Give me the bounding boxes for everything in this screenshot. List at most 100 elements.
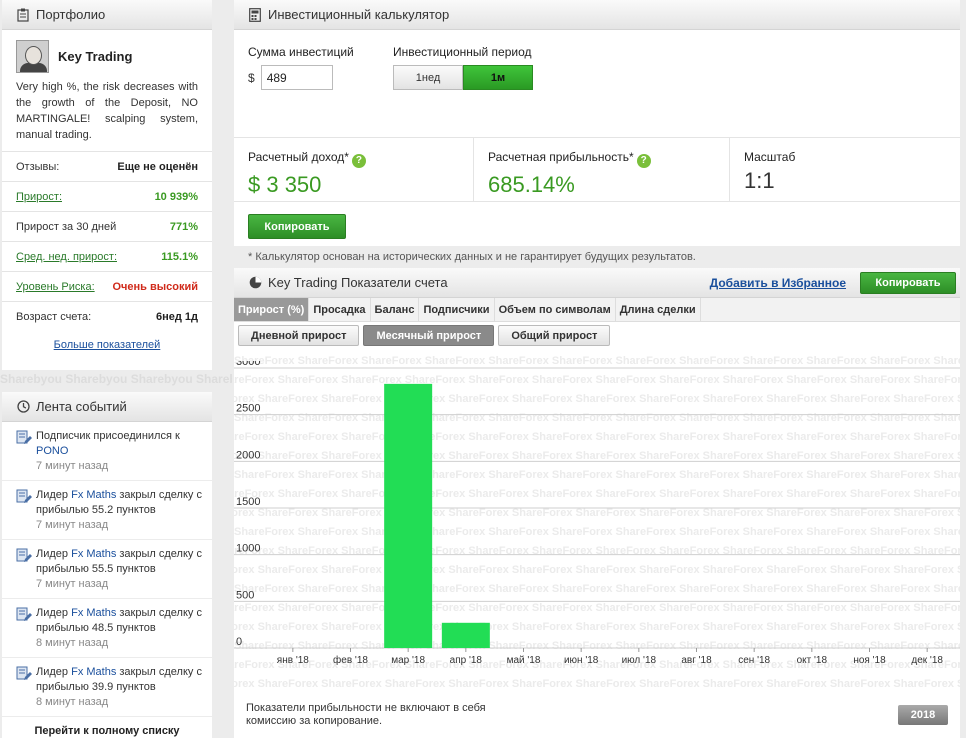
x-tick-label: янв '18	[277, 655, 309, 666]
clock-icon	[16, 400, 30, 414]
document-icon	[16, 548, 32, 565]
x-tick-label: мар '18	[391, 655, 425, 666]
feed-title: Лента событий	[36, 399, 127, 414]
feed-list: Подписчик присоединился к PONO 7 минут н…	[2, 422, 212, 717]
event-link[interactable]: PONO	[36, 445, 68, 457]
stat-value: 6нед 1д	[155, 310, 198, 323]
avatar[interactable]	[16, 40, 49, 73]
investment-sum-input[interactable]	[260, 65, 333, 90]
stat-row-age: Возраст счета: 6нед 1д	[2, 301, 212, 331]
trader-name[interactable]: Key Trading	[58, 49, 132, 64]
scale-label: Масштаб	[744, 150, 796, 164]
full-list-link[interactable]: Перейти к полному списку	[2, 725, 212, 737]
document-icon	[16, 430, 32, 447]
event-link[interactable]: Fx Maths	[71, 607, 116, 619]
growth-subtab[interactable]: Общий прирост	[498, 325, 611, 346]
income-value: $ 3 350	[248, 172, 322, 197]
y-tick-label: 3000	[236, 361, 260, 368]
stats-tab[interactable]: Прирост (%)	[234, 298, 310, 321]
trader-profile: Key Trading	[2, 30, 212, 73]
bar	[441, 622, 490, 648]
scale-result: Масштаб 1:1	[730, 138, 960, 201]
event-time: 7 минут назад	[36, 578, 109, 590]
stat-row-growth: Прирост: 10 939%	[2, 181, 212, 211]
event-time: 8 минут назад	[36, 637, 109, 649]
stats-tab[interactable]: Длина сделки	[616, 298, 701, 321]
x-tick-label: ноя '18	[853, 655, 886, 666]
help-icon[interactable]: ?	[636, 154, 651, 168]
income-label: Расчетный доход*	[248, 150, 349, 164]
feed-event: Лидер Fx Maths закрыл сделку с прибылью …	[2, 481, 212, 540]
stats-tab[interactable]: Подписчики	[419, 298, 495, 321]
calculator-disclaimer: * Калькулятор основан на исторических да…	[248, 251, 696, 263]
feed-event: Лидер Fx Maths закрыл сделку с прибылью …	[2, 658, 212, 717]
stats-tabs: Прирост (%) Просадка Баланс Подписчики Объем…	[234, 298, 960, 322]
x-tick-label: авг '18	[681, 655, 712, 666]
investment-period-label: Инвестиционный период	[393, 45, 532, 59]
monthly-growth-chart: 0 500 1000 1500 2000 2500 3000 янв '18 фев '18 ма…	[234, 361, 960, 666]
stat-label-link[interactable]: Сред. нед. прирост:	[16, 251, 117, 263]
event-text: Лидер	[36, 666, 69, 678]
profit-result: Расчетная прибыльность*? 685.14%	[474, 138, 730, 201]
stat-value: Очень высокий	[112, 280, 198, 293]
event-time: 8 минут назад	[36, 696, 109, 708]
stat-row-risk: Уровень Риска: Очень высокий	[2, 271, 212, 301]
pie-chart-icon	[248, 276, 262, 290]
stats-header: Key Trading Показатели счета Добавить в …	[234, 268, 960, 298]
stat-row-reviews: Отзывы: Еще не оценён	[2, 151, 212, 181]
growth-subtabs: Дневной прирост Месячный прирост Общий при…	[234, 322, 960, 349]
growth-subtab[interactable]: Дневной прирост	[238, 325, 360, 346]
calculator-results: Расчетный доход*? $ 3 350 Расчетная приб…	[234, 138, 960, 202]
stats-tab[interactable]: Просадка	[309, 298, 371, 321]
stats-tab[interactable]: Объем по символам	[495, 298, 616, 321]
calculator-title: Инвестиционный калькулятор	[268, 7, 450, 22]
growth-subtab[interactable]: Месячный прирост	[363, 325, 495, 346]
stat-label-link[interactable]: Прирост:	[16, 191, 62, 203]
stats-tab[interactable]: Баланс	[371, 298, 420, 321]
document-icon	[16, 607, 32, 624]
investment-sum-label: Сумма инвестиций	[248, 45, 354, 59]
stat-value: 115.1%	[161, 250, 198, 263]
period-1week-button[interactable]: 1нед	[393, 65, 463, 90]
event-feed-panel: Лента событий Подписчик присоединился к …	[2, 392, 212, 738]
x-tick-label: сен '18	[738, 655, 770, 666]
stats-title: Key Trading Показатели счета	[268, 275, 448, 290]
more-stats-link[interactable]: Больше показателей	[2, 339, 212, 351]
trader-description: Very high %, the risk decreases with the…	[16, 81, 198, 141]
y-tick-label: 2000	[236, 449, 260, 461]
event-text: Лидер	[36, 548, 69, 560]
help-icon[interactable]: ?	[351, 154, 366, 168]
portfolio-panel: Портфолио Key Trading Very high %, the r…	[2, 0, 212, 370]
calculator-icon	[248, 7, 262, 22]
period-1month-button[interactable]: 1м	[463, 65, 533, 90]
currency-symbol: $	[248, 70, 255, 85]
account-stats-panel: Key Trading Показатели счета Добавить в …	[234, 268, 960, 738]
x-tick-label: май '18	[507, 655, 541, 666]
portfolio-title: Портфолио	[36, 7, 106, 22]
background-watermark: Sharebyou Sharebyou Sharebyou Sharebyou	[0, 372, 232, 386]
y-tick-label: 0	[236, 636, 242, 648]
stat-label-link[interactable]: Уровень Риска:	[16, 281, 95, 293]
add-to-favorites-link[interactable]: Добавить в Избранное	[710, 276, 846, 290]
scale-value: 1:1	[744, 168, 775, 193]
stat-label: Возраст счета:	[16, 310, 92, 323]
investment-sum-block: Сумма инвестиций $	[248, 45, 393, 137]
stats-copy-button[interactable]: Копировать	[860, 271, 956, 294]
stat-value: 10 939%	[154, 190, 198, 203]
y-tick-label: 1500	[236, 496, 260, 508]
x-tick-label: июл '18	[622, 655, 657, 666]
event-link[interactable]: Fx Maths	[71, 548, 116, 560]
feed-event: Лидер Fx Maths закрыл сделку с прибылью …	[2, 599, 212, 658]
event-link[interactable]: Fx Maths	[71, 489, 116, 501]
stat-row-avg-weekly: Сред. нед. прирост: 115.1%	[2, 241, 212, 271]
income-result: Расчетный доход*? $ 3 350	[234, 138, 474, 201]
feed-header: Лента событий	[2, 392, 212, 422]
event-text: Лидер	[36, 489, 69, 501]
document-icon	[16, 666, 32, 683]
event-link[interactable]: Fx Maths	[71, 666, 116, 678]
calculator-copy-button[interactable]: Копировать	[248, 214, 346, 239]
feed-event: Подписчик присоединился к PONO 7 минут н…	[2, 422, 212, 481]
stat-label: Прирост за 30 дней	[16, 220, 117, 233]
profit-label: Расчетная прибыльность*	[488, 150, 634, 164]
year-selector-button[interactable]: 2018	[898, 705, 948, 725]
